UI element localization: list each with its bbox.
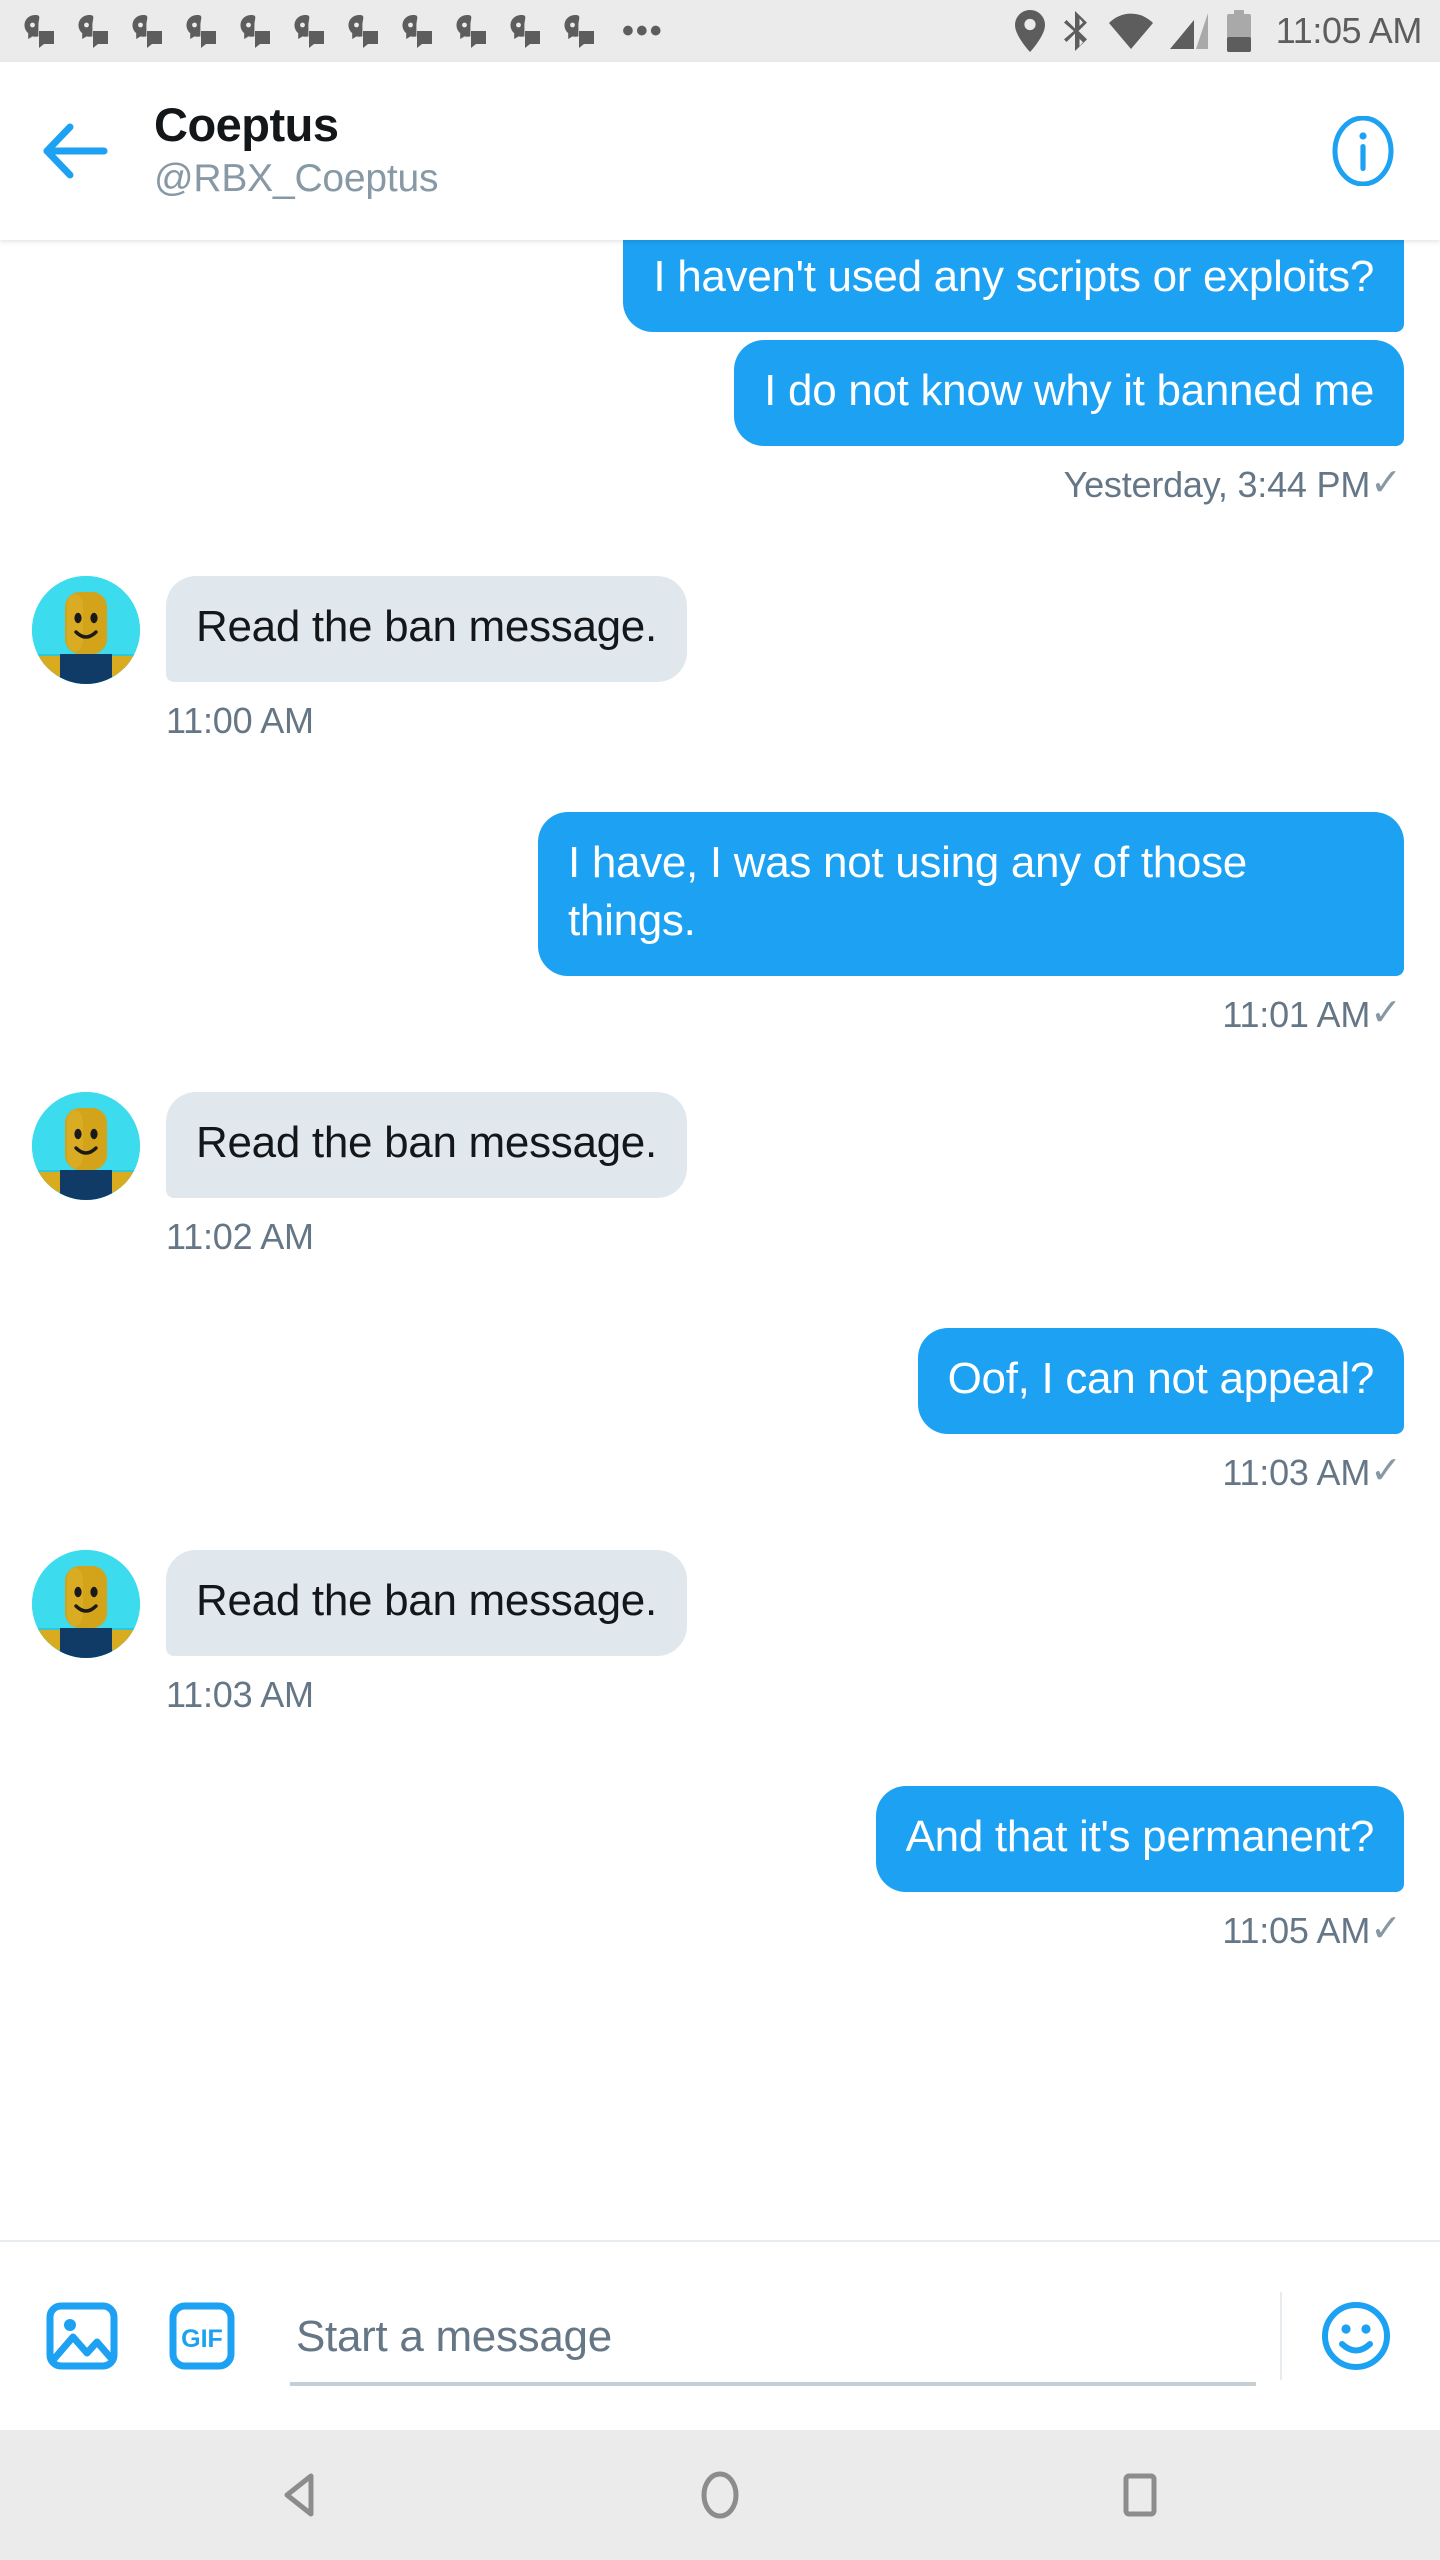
message-bubble-incoming[interactable]: Read the ban message. [166,1092,687,1199]
location-pin-icon [1014,10,1046,52]
bluetooth-icon [1062,9,1092,53]
android-home-button[interactable] [665,2440,775,2550]
message-meta: 11:01 AM ✓ [0,976,1440,1036]
status-bar-clock: 11:05 AM [1275,10,1423,51]
message-row: Oof, I can not appeal? [0,1328,1440,1435]
message-thread[interactable]: I haven't used any scripts or exploits? … [0,240,1440,2240]
composer-divider [1280,2292,1282,2380]
message-row: Read the ban message. [0,576,1440,685]
conversation-info-button[interactable] [1326,114,1400,188]
message-composer: GIF [0,2240,1440,2430]
message-meta: 11:03 AM ✓ [0,1434,1440,1494]
message-timestamp: Yesterday, 3:44 PM [1063,464,1371,506]
message-bubble-outgoing[interactable]: And that it's permanent? [875,1786,1404,1893]
chat-notification-icon [400,14,436,48]
sent-check-icon: ✓ [1370,462,1402,505]
message-row: Read the ban message. [0,1092,1440,1201]
chat-notification-icon [184,14,220,48]
chat-notification-icon [346,14,382,48]
message-meta: 11:00 AM [0,684,1440,742]
recents-square-icon [1123,2473,1157,2517]
battery-icon [1226,10,1252,52]
emoji-button[interactable] [1308,2288,1404,2384]
page-title: Coeptus [154,98,339,152]
status-bar: ••• 11:05 AM [0,0,1440,62]
status-overflow-dots-icon: ••• [622,12,664,50]
emoji-smiley-icon [1322,2302,1390,2370]
message-bubble-outgoing[interactable]: I do not know why it banned me [734,340,1404,447]
message-timestamp: 11:02 AM [166,1216,314,1258]
chat-notification-icon [562,14,598,48]
android-navigation-bar [0,2430,1440,2560]
sent-check-icon: ✓ [1370,1908,1402,1951]
roblox-avatar-icon [32,576,140,685]
chat-screen: ••• 11:05 AM Coeptus @RBX_Coeptus I have… [0,0,1440,2560]
chat-notification-icon [130,14,166,48]
message-timestamp: 11:03 AM [166,1674,314,1716]
message-bubble-outgoing[interactable]: I have, I was not using any of those thi… [538,812,1404,977]
image-icon [46,2302,118,2370]
input-underline [290,2382,1256,2386]
message-input[interactable] [290,2312,1256,2382]
message-bubble-outgoing[interactable]: Oof, I can not appeal? [917,1328,1404,1435]
message-bubble-incoming[interactable]: Read the ban message. [166,576,687,683]
back-button[interactable] [36,112,114,190]
message-meta: Yesterday, 3:44 PM ✓ [0,446,1440,506]
message-row: And that it's permanent? [0,1786,1440,1893]
gif-icon: GIF [169,2302,235,2370]
avatar[interactable] [32,1092,140,1201]
message-timestamp: 11:05 AM [1222,1910,1371,1952]
chat-notification-icon [238,14,274,48]
message-timestamp: 11:01 AM [1222,994,1371,1036]
header-titles[interactable]: Coeptus @RBX_Coeptus [154,99,1326,202]
message-meta: 11:05 AM ✓ [0,1892,1440,1952]
message-row: I haven't used any scripts or exploits? [0,240,1440,333]
info-icon [1332,116,1394,186]
chat-notification-icon [508,14,544,48]
message-timestamp: 11:00 AM [166,700,314,742]
message-row: Read the ban message. [0,1550,1440,1659]
message-meta: 11:02 AM [0,1200,1440,1258]
sent-check-icon: ✓ [1370,1450,1402,1493]
sent-check-icon: ✓ [1370,992,1402,1035]
roblox-avatar-icon [32,1550,140,1659]
chat-header: Coeptus @RBX_Coeptus [0,62,1440,240]
avatar[interactable] [32,576,140,685]
status-bar-system-icons: 11:05 AM [1014,9,1422,53]
wifi-icon [1108,13,1154,49]
message-row: I do not know why it banned me [0,340,1440,447]
message-timestamp: 11:03 AM [1222,1452,1371,1494]
avatar[interactable] [32,1550,140,1659]
status-bar-notifications: ••• [22,14,1014,48]
user-handle: @RBX_Coeptus [154,156,439,200]
gif-attach-button[interactable]: GIF [154,2288,250,2384]
message-bubble-incoming[interactable]: Read the ban message. [166,1550,687,1657]
back-triangle-icon [284,2473,314,2517]
chat-notification-icon [76,14,112,48]
message-row: I have, I was not using any of those thi… [0,812,1440,977]
cellular-signal-icon [1169,13,1210,49]
message-input-wrapper[interactable] [290,2242,1256,2430]
chat-notification-icon [292,14,328,48]
message-meta: 11:03 AM [0,1658,1440,1716]
roblox-avatar-icon [32,1092,140,1201]
image-attach-button[interactable] [34,2288,130,2384]
message-bubble-outgoing[interactable]: I haven't used any scripts or exploits? [623,240,1404,333]
svg-text:GIF: GIF [181,2325,223,2353]
chat-notification-icon [454,14,490,48]
back-arrow-icon [43,123,108,179]
android-back-button[interactable] [245,2440,355,2550]
home-circle-icon [701,2471,739,2519]
chat-notification-icon [22,14,58,48]
android-recents-button[interactable] [1085,2440,1195,2550]
